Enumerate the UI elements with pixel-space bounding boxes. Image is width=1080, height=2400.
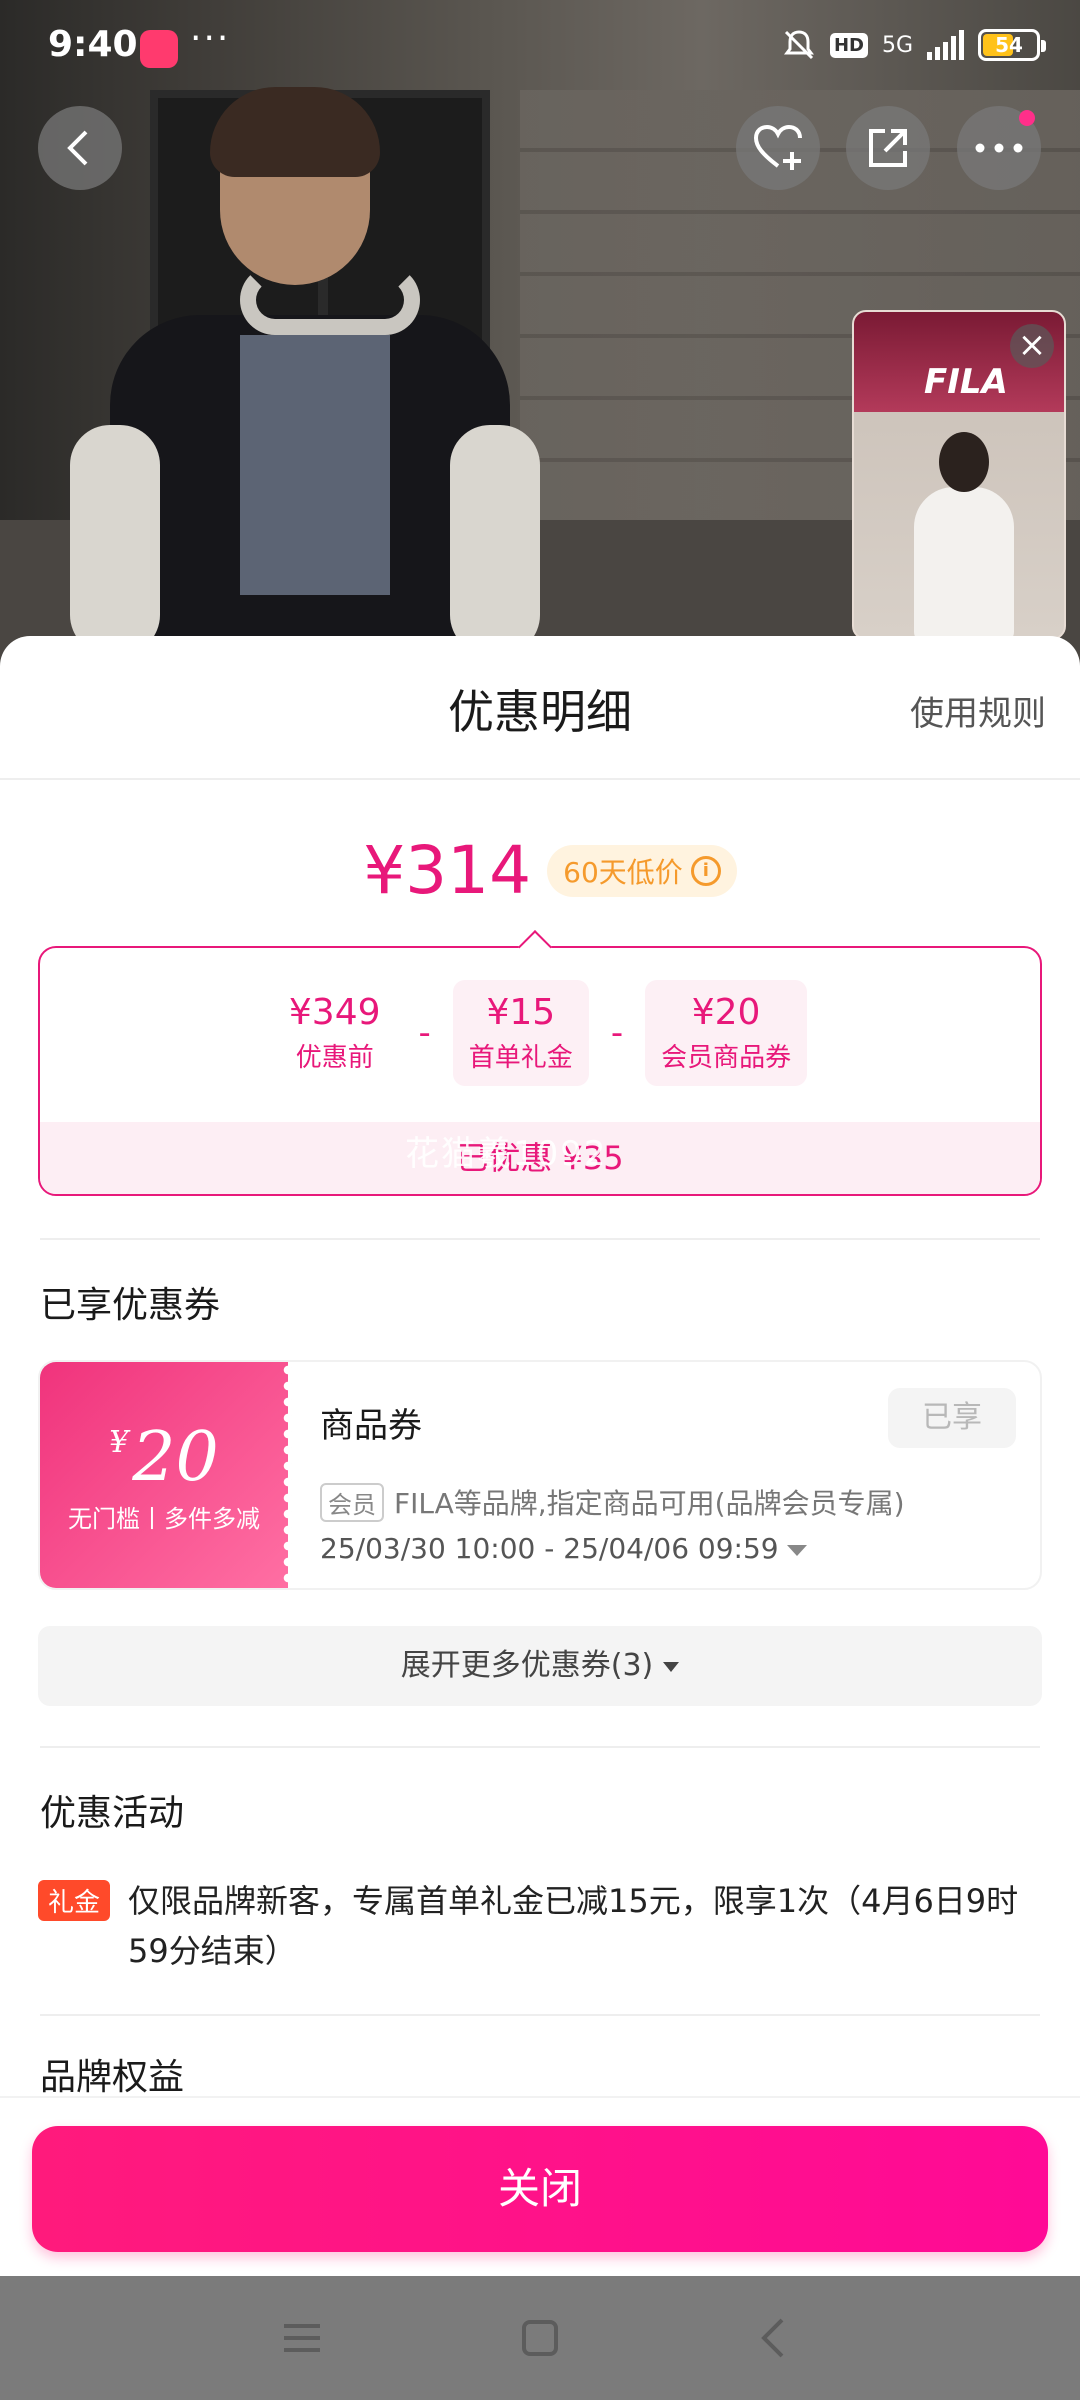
close-button[interactable]: 关闭 (32, 2126, 1048, 2252)
calc-value: ¥349 (288, 992, 381, 1033)
share-button[interactable] (846, 106, 930, 190)
close-mini-window-button[interactable]: × (1010, 324, 1054, 368)
minus-sign: - (610, 1013, 624, 1053)
chevron-left-icon (67, 130, 88, 166)
coupon-currency: ¥ (109, 1425, 129, 1460)
coupon-validity[interactable]: 25/03/30 10:00 - 25/04/06 09:59 (320, 1532, 807, 1565)
brand-benefits-title: 品牌权益 (40, 2057, 185, 2098)
status-time: 9:40 (48, 24, 138, 65)
back-button[interactable] (38, 106, 122, 190)
coupon-name: 商品券 (320, 1406, 422, 1446)
coupon-description: 会员 FILA等品牌,指定商品可用(品牌会员专属) (320, 1482, 905, 1522)
mute-bell-icon (783, 30, 814, 60)
more-dots-icon (975, 143, 1023, 153)
close-bar: 关闭 (0, 2096, 1080, 2276)
discount-detail-sheet: 优惠明细 使用规则 ¥314 60天低价 i ¥349 优惠前 - ¥15 首单… (0, 636, 1080, 2276)
expand-label: 展开更多优惠券(3) (400, 1648, 654, 1683)
status-icons: HD 5G 54 (782, 28, 1046, 62)
divider (40, 1238, 1040, 1240)
divider (0, 778, 1080, 780)
chevron-down-icon (786, 1544, 807, 1556)
app-notification-icon (140, 30, 178, 68)
coupon-validity-text: 25/03/30 10:00 - 25/04/06 09:59 (320, 1532, 779, 1565)
sleeve-right (450, 425, 540, 655)
model-figure (70, 87, 540, 655)
hd-icon: HD (829, 32, 868, 58)
menu-icon[interactable] (276, 2312, 328, 2364)
calc-label: 首单礼金 (468, 1043, 573, 1073)
notification-dot (1019, 110, 1035, 126)
info-icon: i (690, 855, 721, 886)
home-icon[interactable] (514, 2312, 566, 2364)
coupons-section-title: 已享优惠券 (40, 1285, 221, 1326)
member-tag: 会员 (320, 1482, 384, 1522)
caret-down-icon (663, 1661, 680, 1672)
coupon-scope: FILA等品牌,指定商品可用(品牌会员专属) (394, 1487, 905, 1520)
coupon-condition: 无门槛丨多件多减 (68, 1505, 260, 1533)
coupon-amount-value: 20 (132, 1418, 219, 1497)
favorite-button[interactable] (736, 106, 820, 190)
member-coupon-item: ¥20 会员商品券 (645, 980, 808, 1086)
system-nav-bar (0, 2276, 1080, 2400)
share-icon (869, 129, 907, 167)
host-figure (914, 432, 1014, 638)
activity-section-title: 优惠活动 (40, 1793, 185, 1834)
network-type: 5G (881, 32, 913, 58)
shirt (240, 335, 390, 595)
sleeve-left (70, 425, 160, 655)
battery-level: 54 (995, 33, 1023, 57)
final-price-row: ¥314 60天低价 i (0, 832, 1080, 909)
low-price-label: 60天低价 (563, 855, 683, 889)
final-price: ¥314 (363, 832, 532, 909)
coupon-card[interactable]: ¥20 无门槛丨多件多减 商品券 已享 会员 FILA等品牌,指定商品可用(品牌… (38, 1360, 1042, 1590)
coupon-amount: ¥20 (40, 1418, 288, 1497)
headphones (240, 265, 420, 335)
calc-value: ¥15 (486, 992, 556, 1033)
live-stream-mini-window[interactable]: FILA × (852, 310, 1066, 640)
hair (210, 87, 380, 177)
original-price-item: ¥349 优惠前 (273, 980, 397, 1086)
divider (40, 2014, 1040, 2016)
battery-icon: 54 (978, 29, 1046, 61)
usage-rules-link[interactable]: 使用规则 (910, 686, 1046, 735)
expand-more-coupons-button[interactable]: 展开更多优惠券(3) (38, 1626, 1042, 1706)
divider (40, 1746, 1040, 1748)
calc-label: 优惠前 (295, 1043, 374, 1073)
coupon-value-panel: ¥20 无门槛丨多件多减 (40, 1362, 294, 1588)
status-bar: 9:40 ··· HD 5G 54 (0, 0, 1080, 96)
brand-logo: FILA (924, 362, 1008, 402)
watermark: 花猫羲1092 (405, 1134, 608, 1174)
activity-text: 仅限品牌新客，专属首单礼金已减15元，限享1次（4月6日9时59分结束） (128, 1882, 1019, 1970)
calc-value: ¥20 (691, 992, 761, 1033)
heart-plus-icon (753, 124, 802, 170)
low-price-badge[interactable]: 60天低价 i (547, 844, 737, 897)
more-notifications-icon: ··· (190, 18, 231, 59)
gift-tag: 礼金 (38, 1880, 111, 1921)
coupon-status-badge: 已享 (888, 1388, 1016, 1448)
minus-sign: - (418, 1013, 431, 1053)
first-order-gift-item: ¥15 首单礼金 (452, 980, 589, 1086)
signal-icon (927, 30, 964, 60)
calc-label: 会员商品券 (661, 1043, 792, 1073)
calculation-items: ¥349 优惠前 - ¥15 首单礼金 - ¥20 会员商品券 (40, 980, 1040, 1086)
more-button[interactable] (957, 106, 1041, 190)
back-nav-icon[interactable] (748, 2312, 800, 2364)
